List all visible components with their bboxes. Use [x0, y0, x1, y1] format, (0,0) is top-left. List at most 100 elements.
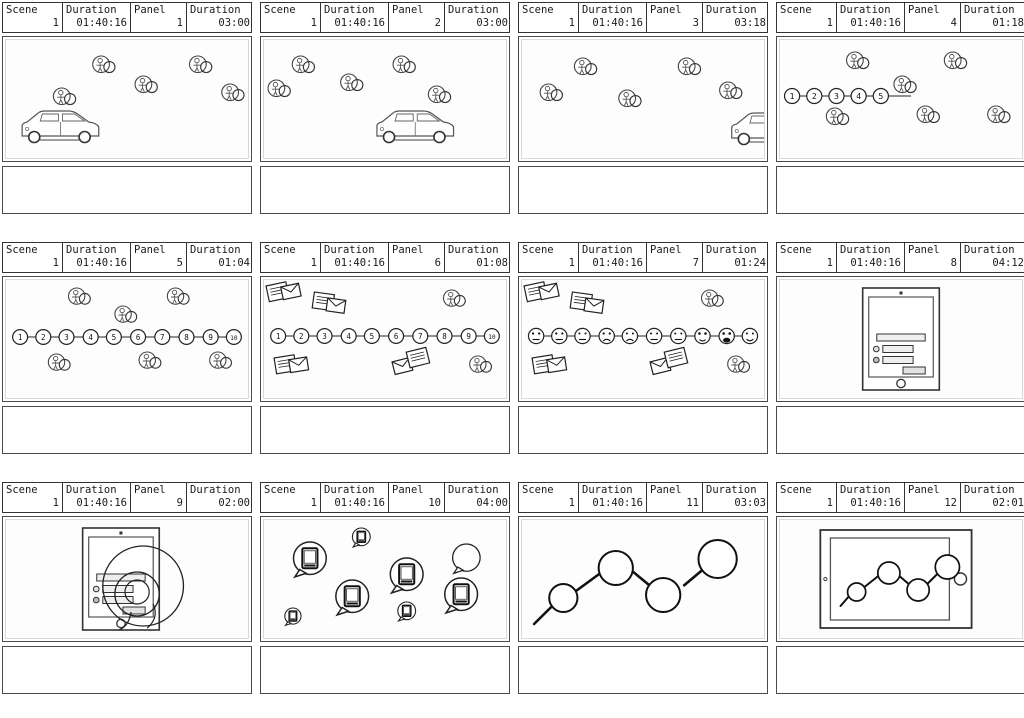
panel-caption[interactable] [260, 646, 510, 694]
panel-duration-label: Duration [706, 4, 757, 16]
panel-caption[interactable] [518, 646, 768, 694]
svg-text:1: 1 [276, 332, 281, 341]
svg-text:2: 2 [41, 333, 46, 342]
panel-value: 12 [944, 497, 957, 509]
scene-duration-value: 01:40:16 [592, 17, 643, 29]
storyboard-panel[interactable]: Scene 1 Duration 01:40:16 Panel 1 Durati… [2, 2, 252, 238]
storyboard-panel[interactable]: Scene 1 Duration 01:40:16 Panel 7 Durati… [518, 242, 768, 478]
scene-duration-value: 01:40:16 [76, 17, 127, 29]
panel-frame[interactable] [2, 36, 252, 162]
storyboard-panel[interactable]: Scene 1 Duration 01:40:16 Panel 3 Durati… [518, 2, 768, 238]
panel-caption[interactable] [776, 406, 1024, 454]
panel-duration-value: 04:12 [992, 257, 1024, 269]
car-icon [21, 110, 100, 144]
svg-text:4: 4 [856, 92, 861, 101]
panel-caption[interactable] [2, 646, 252, 694]
storyboard-panel[interactable]: Scene 1 Duration 01:40:16 Panel 12 Durat… [776, 482, 1024, 718]
scene-label: Scene [264, 484, 296, 496]
panel-meta-table: Scene 1 Duration 01:40:16 Panel 8 Durati… [776, 242, 1024, 273]
meta-scene: Scene 1 [519, 483, 579, 512]
panel-caption[interactable] [260, 166, 510, 214]
meta-panel: Panel 8 [905, 243, 961, 272]
storyboard-panel[interactable]: Scene 1 Duration 01:40:16 Panel 8 Durati… [776, 242, 1024, 478]
meta-scene: Scene 1 [519, 243, 579, 272]
storyboard-panel[interactable]: Scene 1 Duration 01:40:16 Panel 5 Durati… [2, 242, 252, 478]
storyboard-panel[interactable]: Scene 1 Duration 01:40:16 Panel 9 Durati… [2, 482, 252, 718]
panel-frame[interactable]: 1 2 3 4 5 6 7 8 9 10 [2, 276, 252, 402]
panel-caption[interactable] [776, 166, 1024, 214]
scene-value: 1 [568, 17, 575, 29]
panel-meta-table: Scene 1 Duration 01:40:16 Panel 11 Durat… [518, 482, 768, 513]
scene-duration-label: Duration [582, 4, 633, 16]
scene-label: Scene [264, 244, 296, 256]
meta-panel-duration: Duration 01:04 [187, 243, 253, 272]
panel-meta-table: Scene 1 Duration 01:40:16 Panel 5 Durati… [2, 242, 252, 273]
svg-text:4: 4 [88, 333, 93, 342]
panel-value: 5 [176, 257, 183, 269]
panel-artboard [263, 39, 507, 159]
panel-meta-table: Scene 1 Duration 01:40:16 Panel 1 Durati… [2, 2, 252, 33]
storyboard-panel[interactable]: Scene 1 Duration 01:40:16 Panel 11 Durat… [518, 482, 768, 718]
meta-panel-duration: Duration 02:00 [187, 483, 253, 512]
scene-duration-value: 01:40:16 [334, 497, 385, 509]
panel-frame[interactable] [260, 36, 510, 162]
scene-label: Scene [6, 244, 38, 256]
speech-bubble-device-group [284, 527, 481, 627]
scene-value: 1 [826, 497, 833, 509]
panel-meta-table: Scene 1 Duration 01:40:16 Panel 7 Durati… [518, 242, 768, 273]
storyboard-panel[interactable]: Scene 1 Duration 01:40:16 Panel 6 Durati… [260, 242, 510, 478]
scene-label: Scene [6, 484, 38, 496]
panel-frame[interactable]: 1 2 3 4 5 6 7 8 9 10 [260, 276, 510, 402]
panel-caption[interactable] [776, 646, 1024, 694]
storyboard-panel[interactable]: Scene 1 Duration 01:40:16 Panel 4 Durati… [776, 2, 1024, 238]
svg-text:1: 1 [790, 92, 795, 101]
panel-frame[interactable]: 1 2 3 4 5 [776, 36, 1024, 162]
meta-panel: Panel 7 [647, 243, 703, 272]
panel-meta-table: Scene 1 Duration 01:40:16 Panel 12 Durat… [776, 482, 1024, 513]
meta-scene-duration: Duration 01:40:16 [579, 3, 647, 32]
scene-value: 1 [310, 257, 317, 269]
scene-duration-value: 01:40:16 [850, 257, 901, 269]
meta-scene-duration: Duration 01:40:16 [837, 243, 905, 272]
emoji-face-chain [527, 327, 759, 345]
svg-text:8: 8 [184, 333, 189, 342]
panel-artboard [263, 519, 507, 639]
meta-scene-duration: Duration 01:40:16 [63, 3, 131, 32]
panel-artboard [779, 519, 1023, 639]
panel-value: 10 [428, 497, 441, 509]
panel-frame[interactable] [776, 276, 1024, 402]
panel-duration-label: Duration [190, 244, 241, 256]
panel-caption[interactable] [2, 166, 252, 214]
storyboard-panel[interactable]: Scene 1 Duration 01:40:16 Panel 2 Durati… [260, 2, 510, 238]
panel-frame[interactable] [260, 516, 510, 642]
meta-panel-duration: Duration 01:08 [445, 243, 511, 272]
panel-caption[interactable] [2, 406, 252, 454]
scene-duration-value: 01:40:16 [76, 497, 127, 509]
panel-frame[interactable] [2, 516, 252, 642]
panel-value: 2 [434, 17, 441, 29]
panel-duration-label: Duration [448, 4, 499, 16]
panel-frame[interactable] [518, 276, 768, 402]
panel-caption[interactable] [518, 166, 768, 214]
meta-scene: Scene 1 [3, 243, 63, 272]
svg-text:2: 2 [299, 332, 304, 341]
svg-text:10: 10 [488, 334, 496, 341]
meta-panel-duration: Duration 03:18 [703, 3, 769, 32]
svg-text:8: 8 [442, 332, 447, 341]
svg-text:2: 2 [812, 92, 817, 101]
storyboard-panel[interactable]: Scene 1 Duration 01:40:16 Panel 10 Durat… [260, 482, 510, 718]
scene-value: 1 [52, 497, 59, 509]
panel-frame[interactable] [518, 516, 768, 642]
panel-artboard: 1 2 3 4 5 [779, 39, 1023, 159]
scene-duration-label: Duration [582, 484, 633, 496]
panel-caption[interactable] [260, 406, 510, 454]
panel-duration-label: Duration [448, 244, 499, 256]
panel-frame[interactable] [518, 36, 768, 162]
svg-text:4: 4 [346, 332, 351, 341]
panel-artboard: 1 2 3 4 5 6 7 8 9 10 [5, 279, 249, 399]
envelope-icon-group [523, 281, 689, 376]
scene-duration-label: Duration [324, 244, 375, 256]
panel-caption[interactable] [518, 406, 768, 454]
panel-frame[interactable] [776, 516, 1024, 642]
scene-duration-value: 01:40:16 [850, 17, 901, 29]
